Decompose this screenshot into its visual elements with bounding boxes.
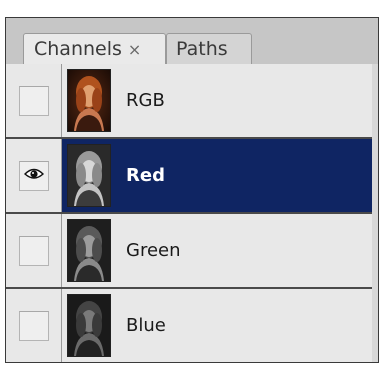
eye-icon xyxy=(23,166,44,185)
visibility-cell[interactable] xyxy=(6,289,62,362)
visibility-toggle[interactable] xyxy=(18,85,49,116)
close-icon[interactable]: × xyxy=(128,40,141,59)
tab-paths-label: Paths xyxy=(176,38,228,60)
visibility-cell[interactable] xyxy=(6,64,62,137)
channel-label: RGB xyxy=(126,90,165,111)
visibility-cell[interactable] xyxy=(6,139,62,212)
visibility-cell[interactable] xyxy=(6,214,62,287)
visibility-toggle[interactable] xyxy=(18,235,49,266)
panel-tab-bar: Channels × Paths xyxy=(6,18,378,65)
tab-channels[interactable]: Channels × xyxy=(23,33,166,64)
portrait-grayscale-thumbnail xyxy=(67,144,111,207)
channels-panel: Channels × Paths RGB Red Green Blue xyxy=(5,17,379,363)
visibility-toggle[interactable] xyxy=(18,160,49,191)
channel-list: RGB Red Green Blue xyxy=(6,64,378,362)
channel-row-rgb[interactable]: RGB xyxy=(6,64,378,137)
channel-row-blue[interactable]: Blue xyxy=(6,289,378,362)
visibility-toggle[interactable] xyxy=(18,310,49,341)
tab-channels-label: Channels xyxy=(34,38,122,60)
channel-row-red[interactable]: Red xyxy=(6,139,378,212)
portrait-grayscale-thumbnail xyxy=(67,219,111,282)
portrait-color-thumbnail xyxy=(67,69,111,132)
channel-label: Green xyxy=(126,240,181,261)
channel-label: Red xyxy=(126,165,165,186)
tab-paths[interactable]: Paths xyxy=(166,33,252,64)
scrollbar[interactable] xyxy=(372,64,378,362)
portrait-grayscale-thumbnail xyxy=(67,294,111,357)
channel-row-green[interactable]: Green xyxy=(6,214,378,287)
channel-label: Blue xyxy=(126,315,166,336)
